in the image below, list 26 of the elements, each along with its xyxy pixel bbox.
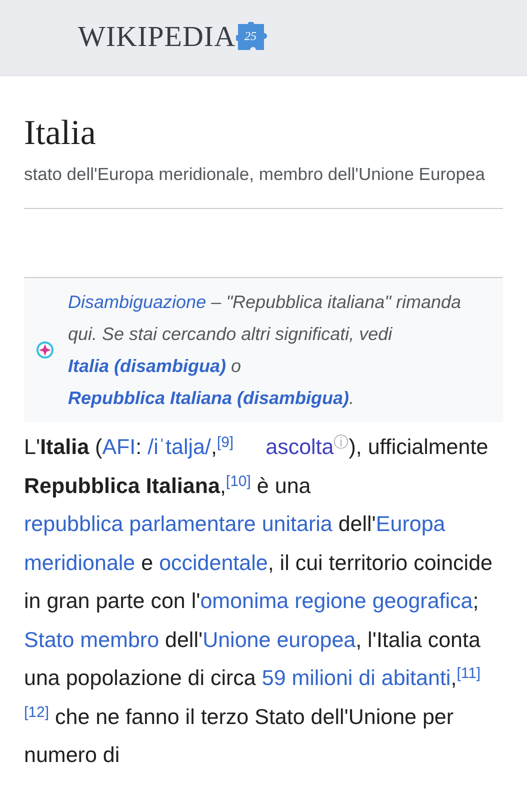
page-title: Italia [24, 112, 97, 154]
link[interactable]: Repubblica Italiana (disambigua) [68, 388, 350, 408]
hatnote-text: Disambiguazione – "Repubblica italiana" rimanda qui. Se stai cercando altri significati, vedi Italia (disambigua) o Repubblica Italiana (disambigua). [68, 291, 462, 410]
reference-link[interactable]: [11] [456, 665, 481, 682]
link[interactable]: Europa [376, 512, 446, 536]
link[interactable]: meridionale [24, 550, 136, 574]
link[interactable]: europea [276, 628, 356, 652]
page-description: stato dell'Europa meridionale, membro dell'Unione Europea [24, 163, 486, 186]
link[interactable]: omonima regione [200, 589, 366, 613]
link[interactable]: 59 milioni di abitanti [262, 666, 451, 690]
audio-link[interactable]: ascolta [266, 435, 334, 459]
wordmark[interactable]: WIKIPEDIA [78, 21, 236, 54]
reference-link[interactable]: [10] [226, 472, 251, 490]
article-paragraph: L'Italia (AFI: /iˈtalja/,$^{[9]}$ ascolta$^{ⓘ}$), ufficialmente Repubblica Italiana,$^{[10]}$ è una repubblica parlamentare unitaria dell'Europa meridionale e occidentale, il cui territorio coincide in gran parte con l'omonima regione geografica; Stato membro dell'Unione europea, l'Italia conta una popolazione di circa 59 milioni di abitanti,$^{[11]}$ $^{[12]}$ che ne fanno il terzo Stato dell'Unione per numero di [24, 433, 494, 769]
link[interactable]: AFI [102, 435, 136, 459]
link[interactable]: Italia (disambigua) [68, 356, 226, 376]
link[interactable]: Unione [202, 628, 271, 652]
compass-icon [36, 341, 54, 359]
link[interactable]: geografica [372, 589, 473, 613]
link[interactable]: Disambiguazione [68, 292, 206, 312]
link[interactable]: Stato membro [24, 628, 160, 652]
reference-link[interactable]: [9] [216, 434, 234, 451]
reference-link[interactable]: [12] [24, 704, 50, 720]
link[interactable]: /iˈtalja/ [148, 435, 211, 459]
link[interactable]: occidentale [159, 550, 268, 574]
link[interactable]: repubblica parlamentare unitaria [24, 512, 332, 536]
